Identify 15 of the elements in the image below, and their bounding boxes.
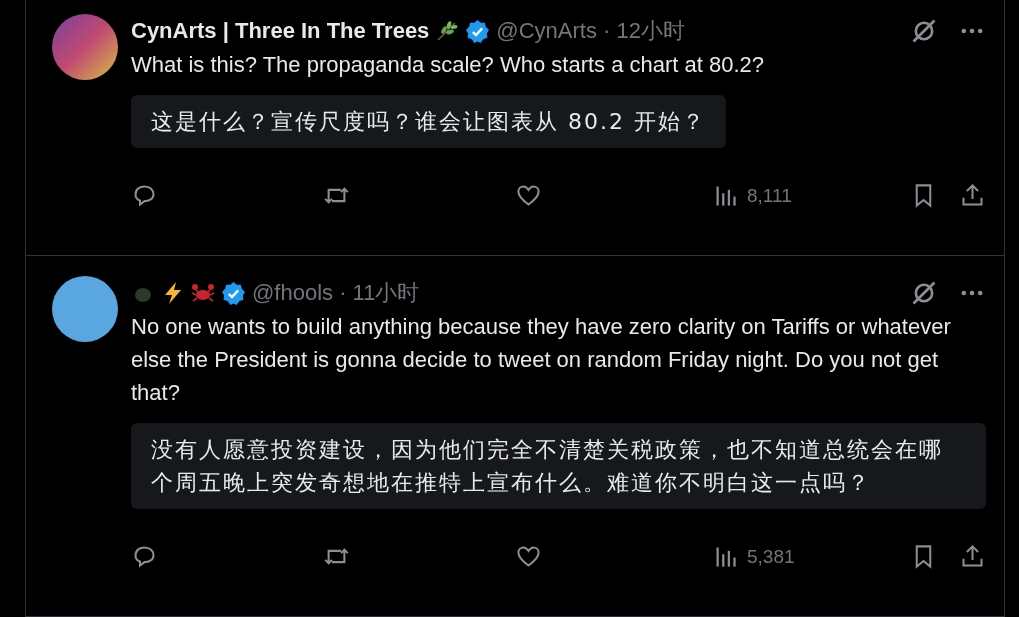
share-icon[interactable] — [959, 182, 986, 209]
view-count: 8,111 — [747, 184, 792, 207]
handle-and-time[interactable]: @CynArts · 12小时 — [496, 16, 685, 46]
display-name[interactable]: CynArts | Three In The Trees — [131, 18, 430, 44]
translation-text: 没有人愿意投资建设，因为他们完全不清楚关税政策，也不知道总统会在哪个周五晚上突发奇想地在推特上宣布什么。难道你不明白这一点吗？ — [131, 423, 986, 509]
heart-icon[interactable] — [515, 182, 542, 209]
share-icon[interactable] — [959, 543, 986, 570]
leaf-icon — [435, 19, 460, 43]
handle-and-time[interactable]: @fhools · 11小时 — [252, 278, 420, 308]
heart-icon[interactable] — [515, 543, 542, 570]
tweet-text: No one wants to build anything because they have zero clarity on Tariffs or whatever else the President is gonna decide to tweet on random Friday night. Do you not get that? — [131, 313, 952, 407]
view-count: 5,381 — [747, 545, 795, 568]
tweet-text: What is this? The propaganda scale? Who starts a chart at 80.2? — [131, 51, 766, 79]
translation-text: 这是什么？宣传尺度吗？谁会让图表从 80.2 开始？ — [131, 95, 726, 148]
crab-icon — [191, 281, 215, 305]
